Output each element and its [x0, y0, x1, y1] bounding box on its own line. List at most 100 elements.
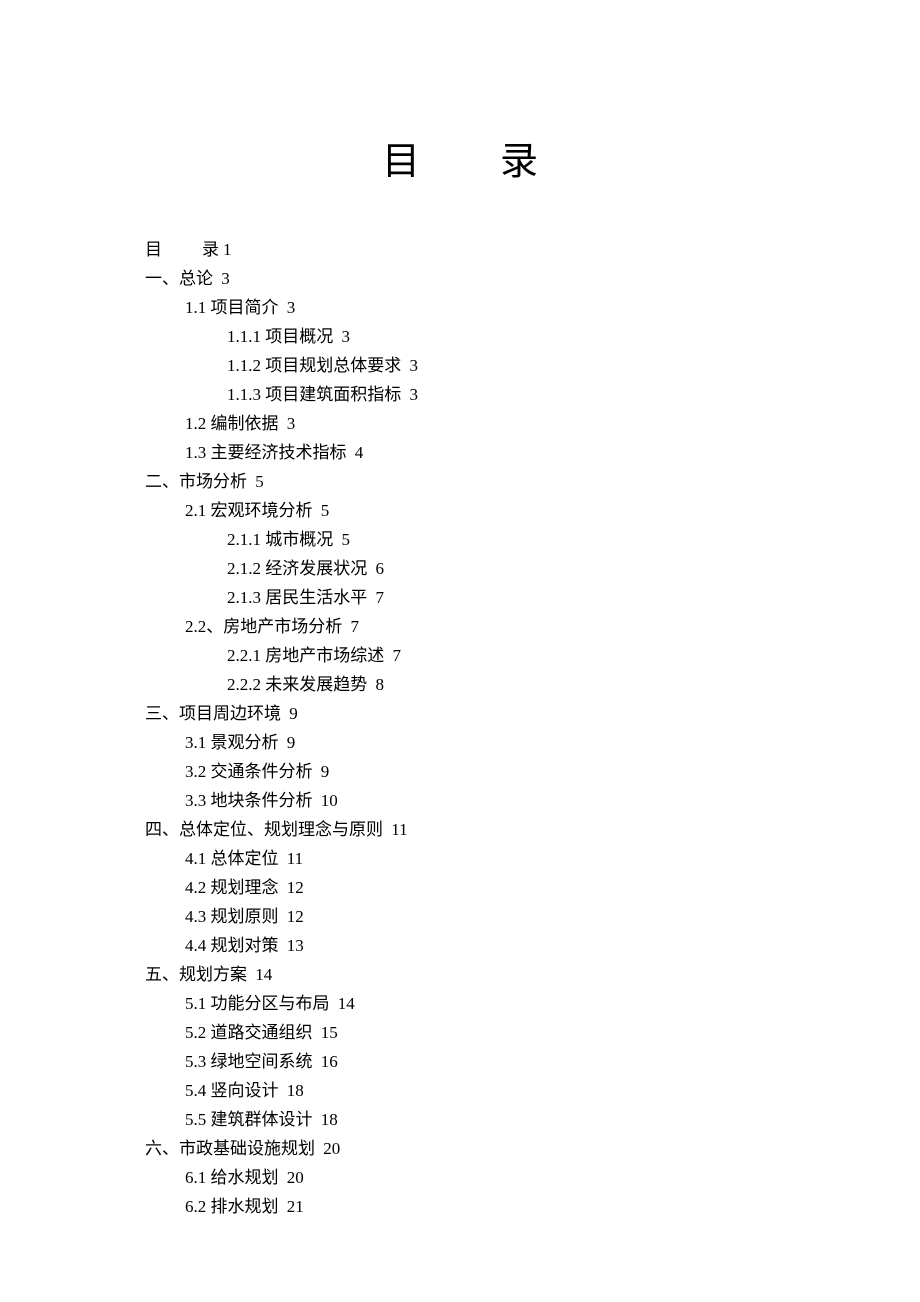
- toc-entry: 4.2 规划理念 12: [145, 873, 775, 902]
- toc-page-number: 11: [287, 849, 303, 868]
- toc-entry: 3.2 交通条件分析 9: [145, 757, 775, 786]
- toc-entry-label: 二、市场分析: [145, 472, 247, 491]
- toc-page-number: 15: [321, 1023, 338, 1042]
- toc-entry: 4.1 总体定位 11: [145, 844, 775, 873]
- toc-entry: 6.2 排水规划 21: [145, 1192, 775, 1221]
- toc-entry-label: 4.2 规划理念: [185, 878, 279, 897]
- toc-page-number: 7: [393, 646, 402, 665]
- toc-entry: 五、规划方案 14: [145, 960, 775, 989]
- toc-page-number: 9: [289, 704, 298, 723]
- toc-entry: 2.2.2 未来发展趋势 8: [145, 670, 775, 699]
- toc-entry: 六、市政基础设施规划 20: [145, 1134, 775, 1163]
- toc-entry-label: 1.1 项目简介: [185, 298, 279, 317]
- toc-page-number: 3: [410, 385, 419, 404]
- document-page: 目录 目录1 一、总论 31.1 项目简介 31.1.1 项目概况 31.1.2…: [0, 0, 920, 1221]
- toc-entry: 四、总体定位、规划理念与原则 11: [145, 815, 775, 844]
- toc-page-number: 11: [391, 820, 407, 839]
- toc-page-number: 13: [287, 936, 304, 955]
- toc-entry: 1.1.2 项目规划总体要求 3: [145, 351, 775, 380]
- title-char-1: 目: [382, 141, 420, 183]
- toc-page-number: 3: [287, 414, 296, 433]
- toc-page-number: 9: [321, 762, 330, 781]
- toc-entry: 2.2、房地产市场分析 7: [145, 612, 775, 641]
- table-of-contents: 目录1 一、总论 31.1 项目简介 31.1.1 项目概况 31.1.2 项目…: [145, 235, 775, 1221]
- toc-entry-label: 5.3 绿地空间系统: [185, 1052, 313, 1071]
- toc-entry-label: 4.3 规划原则: [185, 907, 279, 926]
- toc-entry: 5.4 竖向设计 18: [145, 1076, 775, 1105]
- toc-page-number: 4: [355, 443, 364, 462]
- toc-entry-label: 6.1 给水规划: [185, 1168, 279, 1187]
- toc-page-number: 21: [287, 1197, 304, 1216]
- toc-page-number: 6: [376, 559, 385, 578]
- toc-entry-label: 1.2 编制依据: [185, 414, 279, 433]
- toc-entry: 3.3 地块条件分析 10: [145, 786, 775, 815]
- toc-entry-label: 1.3 主要经济技术指标: [185, 443, 347, 462]
- toc-entry-label: 2.2.1 房地产市场综述: [227, 646, 384, 665]
- toc-page-number: 20: [287, 1168, 304, 1187]
- toc-page-number: 20: [323, 1139, 340, 1158]
- toc-entry: 三、项目周边环境 9: [145, 699, 775, 728]
- toc-entry: 2.1 宏观环境分析 5: [145, 496, 775, 525]
- toc-entry-label: 3.1 景观分析: [185, 733, 279, 752]
- toc-entry-label: 2.1.1 城市概况: [227, 530, 333, 549]
- toc-page-number: 5: [321, 501, 330, 520]
- toc-entry: 2.1.1 城市概况 5: [145, 525, 775, 554]
- toc-page-number: 14: [338, 994, 355, 1013]
- toc-entry-label: 4.4 规划对策: [185, 936, 279, 955]
- toc-page-number: 5: [342, 530, 351, 549]
- toc-entry: 5.3 绿地空间系统 16: [145, 1047, 775, 1076]
- toc-entry: 4.4 规划对策 13: [145, 931, 775, 960]
- toc-entry: 5.5 建筑群体设计 18: [145, 1105, 775, 1134]
- toc-page-number: 18: [321, 1110, 338, 1129]
- toc-entry: 1.1.3 项目建筑面积指标 3: [145, 380, 775, 409]
- toc-entry-label: 五、规划方案: [145, 965, 247, 984]
- toc-entry-label: 目: [145, 240, 162, 259]
- toc-entry: 4.3 规划原则 12: [145, 902, 775, 931]
- toc-entry-label: 2.1.3 居民生活水平: [227, 588, 367, 607]
- toc-entry: 2.1.3 居民生活水平 7: [145, 583, 775, 612]
- toc-page-number: 1: [223, 240, 232, 259]
- toc-entry: 1.3 主要经济技术指标 4: [145, 438, 775, 467]
- toc-page-number: 16: [321, 1052, 338, 1071]
- toc-entry: 二、市场分析 5: [145, 467, 775, 496]
- toc-entry-label: 2.2、房地产市场分析: [185, 617, 342, 636]
- toc-entry: 5.1 功能分区与布局 14: [145, 989, 775, 1018]
- toc-entry-label: 四、总体定位、规划理念与原则: [145, 820, 383, 839]
- toc-entry-label: 1.1.1 项目概况: [227, 327, 333, 346]
- toc-entry-label: 2.1.2 经济发展状况: [227, 559, 367, 578]
- toc-root-entry: 目录1: [145, 235, 775, 264]
- toc-page-number: 3: [342, 327, 351, 346]
- toc-entry: 1.2 编制依据 3: [145, 409, 775, 438]
- toc-page-number: 3: [221, 269, 230, 288]
- toc-page-number: 18: [287, 1081, 304, 1100]
- page-title: 目录: [145, 130, 775, 185]
- toc-entry: 一、总论 3: [145, 264, 775, 293]
- toc-entry-label: 4.1 总体定位: [185, 849, 279, 868]
- toc-page-number: 8: [376, 675, 385, 694]
- toc-entry-label: 6.2 排水规划: [185, 1197, 279, 1216]
- toc-entry-label: 5.5 建筑群体设计: [185, 1110, 313, 1129]
- toc-page-number: 12: [287, 878, 304, 897]
- toc-page-number: 3: [287, 298, 296, 317]
- toc-page-number: 7: [351, 617, 360, 636]
- title-char-2: 录: [500, 141, 538, 183]
- toc-entry-label: 六、市政基础设施规划: [145, 1139, 315, 1158]
- toc-page-number: 10: [321, 791, 338, 810]
- toc-entry-label: 5.1 功能分区与布局: [185, 994, 330, 1013]
- toc-entry-label: 5.2 道路交通组织: [185, 1023, 313, 1042]
- toc-entry: 6.1 给水规划 20: [145, 1163, 775, 1192]
- toc-entry-label: 2.2.2 未来发展趋势: [227, 675, 367, 694]
- toc-page-number: 5: [255, 472, 264, 491]
- toc-entry-label: 一、总论: [145, 269, 213, 288]
- toc-entry-label: 1.1.3 项目建筑面积指标: [227, 385, 401, 404]
- toc-entries: 一、总论 31.1 项目简介 31.1.1 项目概况 31.1.2 项目规划总体…: [145, 264, 775, 1221]
- toc-entry: 2.1.2 经济发展状况 6: [145, 554, 775, 583]
- toc-entry: 2.2.1 房地产市场综述 7: [145, 641, 775, 670]
- toc-page-number: 12: [287, 907, 304, 926]
- toc-page-number: 7: [376, 588, 385, 607]
- toc-entry: 1.1.1 项目概况 3: [145, 322, 775, 351]
- toc-entry-label: 5.4 竖向设计: [185, 1081, 279, 1100]
- toc-entry-label: 3.3 地块条件分析: [185, 791, 313, 810]
- toc-entry-label: 三、项目周边环境: [145, 704, 281, 723]
- toc-entry: 3.1 景观分析 9: [145, 728, 775, 757]
